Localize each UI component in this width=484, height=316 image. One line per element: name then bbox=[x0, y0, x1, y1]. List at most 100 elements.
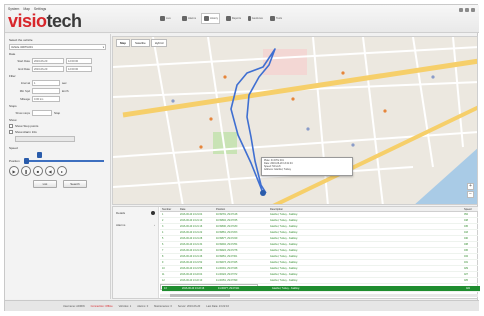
map-view[interactable]: Map Satellite Hybrid Plate: 34 DTG 001 D… bbox=[112, 36, 478, 205]
app-window: System Map Settings visiotech Live Alarm… bbox=[4, 4, 480, 311]
bell-icon bbox=[182, 16, 187, 21]
zoom-out-button[interactable]: − bbox=[467, 191, 474, 198]
cell-position: 41.00077, 29.07421 bbox=[216, 286, 270, 292]
status-bar: Username: ADMIN Connection: Offline Vehicl… bbox=[5, 300, 479, 311]
pause-button[interactable]: ❚ bbox=[21, 166, 31, 176]
table-row[interactable]: 13 2016-06-20 13:22:16 41.00077, 29.07421 I… bbox=[160, 284, 480, 292]
app-logo: visiotech bbox=[8, 11, 82, 31]
cell-date: 2016-06-20 13:22:10 bbox=[178, 278, 214, 284]
play-icon: ▶ bbox=[12, 168, 16, 174]
cell-number: 12 bbox=[160, 278, 178, 284]
tab-map[interactable]: Map bbox=[116, 39, 130, 47]
main-toolbar: Live Alarms History Reports Geofence Too… bbox=[157, 13, 286, 24]
maximize-icon[interactable] bbox=[465, 8, 469, 12]
min-speed-field[interactable] bbox=[32, 88, 60, 94]
history-icon bbox=[204, 16, 209, 21]
show-stop-points-label: Show Stop points bbox=[15, 124, 39, 128]
show-stop-points-checkbox[interactable] bbox=[9, 124, 13, 128]
status-item: Alarms: 0 bbox=[137, 304, 149, 308]
map-zoom-controls: + − bbox=[467, 183, 474, 198]
filter-section-title: Filter bbox=[9, 74, 16, 78]
show-alarm-info-checkbox[interactable] bbox=[9, 130, 13, 134]
position-slider[interactable] bbox=[22, 158, 106, 164]
title-bar: System Map Settings visiotech Live Alarm… bbox=[5, 5, 479, 33]
rewind-button[interactable]: ◀ bbox=[45, 166, 55, 176]
mileage-field[interactable]: 0.00 km bbox=[32, 96, 60, 102]
status-item: Vehicles: 1 bbox=[118, 304, 132, 308]
stops-field[interactable] bbox=[32, 110, 52, 116]
cell-speed: 022 bbox=[464, 286, 480, 292]
toolbar-button-geofence[interactable]: Geofence bbox=[245, 13, 264, 24]
show-alarm-info-label: Show Alarm Info bbox=[15, 130, 37, 134]
list-button[interactable]: List bbox=[33, 180, 57, 188]
toolbar-button-alarms[interactable]: Alarms bbox=[179, 13, 198, 24]
show-section-title: Show bbox=[9, 118, 17, 122]
horizontal-scrollbar[interactable] bbox=[160, 294, 478, 297]
rewind-icon: ◀ bbox=[48, 168, 52, 174]
playback-controls: ▶ ❚ ■ ◀ ▸ bbox=[9, 166, 106, 176]
end-date-label: End Date bbox=[18, 67, 30, 71]
side-tab-details[interactable]: Details bbox=[113, 207, 158, 219]
search-button[interactable]: Search bbox=[63, 180, 87, 188]
stop-icon: ■ bbox=[36, 168, 40, 174]
toolbar-button-live[interactable]: Live bbox=[157, 13, 176, 24]
cell-speed: 025 bbox=[462, 278, 478, 284]
status-item: Connection: Offline bbox=[90, 304, 113, 308]
interval-field[interactable]: 1 bbox=[32, 80, 60, 86]
history-list-panel: Details Alarms › Number Date Position Des… bbox=[112, 206, 480, 299]
close-icon[interactable] bbox=[471, 8, 475, 12]
zoom-in-button[interactable]: + bbox=[467, 183, 474, 190]
side-tab-alarms[interactable]: Alarms › bbox=[113, 219, 158, 231]
status-item: Server: 2016-06-20 bbox=[177, 304, 201, 308]
pause-icon: ❚ bbox=[24, 168, 28, 174]
end-date-field[interactable]: 2016-06-20 bbox=[32, 66, 64, 72]
toolbar-button-reports[interactable]: Reports bbox=[223, 13, 242, 24]
interval-unit: sec bbox=[62, 81, 67, 85]
geofence-icon bbox=[248, 16, 251, 21]
tab-satellite[interactable]: Satellite bbox=[131, 39, 150, 47]
cell-spacer bbox=[326, 278, 462, 284]
cell-date: 2016-06-20 13:22:16 bbox=[180, 286, 216, 292]
list-side-menu: Details Alarms › bbox=[113, 207, 159, 298]
history-table: Number Date Position Description Speed 1… bbox=[160, 207, 480, 292]
vehicle-section-title: Select the vehicle bbox=[9, 38, 33, 42]
end-time-field[interactable]: 12:00:00 bbox=[66, 66, 92, 72]
cell-position: 41.00051, 29.07399 bbox=[214, 278, 268, 284]
table-row[interactable]: 12 2016-06-20 13:22:10 41.00051, 29.07399 I… bbox=[160, 278, 478, 284]
stops-label: Show stops bbox=[15, 111, 30, 115]
speed-slider-title: Speed bbox=[9, 146, 18, 150]
date-section-title: Date bbox=[9, 52, 16, 56]
tab-hybrid[interactable]: Hybrid bbox=[150, 39, 168, 47]
cell-description: Istanbul, Turkey - Kadikoy bbox=[270, 286, 328, 292]
start-time-field[interactable]: 12:00:00 bbox=[66, 58, 92, 64]
forward-button[interactable]: ▸ bbox=[57, 166, 67, 176]
chevron-down-icon: ▾ bbox=[102, 46, 104, 49]
minimize-icon[interactable] bbox=[459, 8, 463, 12]
map-canvas[interactable] bbox=[113, 37, 478, 205]
min-speed-label: Min Spd bbox=[19, 89, 30, 93]
vehicle-select[interactable]: Vehicle 34DTG001 ▾ bbox=[9, 44, 106, 50]
stop-button[interactable]: ■ bbox=[33, 166, 43, 176]
min-speed-unit: km/h bbox=[62, 89, 69, 93]
status-item: Maintenance: 0 bbox=[154, 304, 172, 308]
start-date-field[interactable]: 2016-06-20 bbox=[32, 58, 64, 64]
status-item: Last Data: 13:22:16 bbox=[206, 304, 229, 308]
position-slider-handle[interactable] bbox=[23, 158, 29, 164]
scrollbar-thumb[interactable] bbox=[170, 294, 230, 297]
forward-icon: ▸ bbox=[60, 168, 63, 174]
play-button[interactable]: ▶ bbox=[9, 166, 19, 176]
alarm-info-field[interactable] bbox=[15, 136, 75, 142]
vehicle-marker-icon[interactable] bbox=[260, 190, 266, 196]
map-type-tabs: Map Satellite Hybrid bbox=[116, 39, 168, 47]
cell-spacer bbox=[328, 286, 464, 292]
toolbar-button-history[interactable]: History bbox=[201, 13, 220, 24]
cell-description: Istanbul, Turkey - Kadikoy bbox=[268, 278, 326, 284]
position-slider-title: Position bbox=[9, 159, 20, 163]
mileage-label: Mileage bbox=[20, 97, 30, 101]
chevron-right-icon: › bbox=[154, 223, 155, 227]
tools-icon bbox=[270, 16, 275, 21]
vehicle-info-popup: Plate: 34 DTG 001 Date: 2016-06-20 13:21… bbox=[261, 157, 353, 176]
interval-label: Interval bbox=[20, 81, 30, 85]
toolbar-button-tools[interactable]: Tools bbox=[267, 13, 286, 24]
history-filter-panel: Select the vehicle Vehicle 34DTG001 ▾ Dat… bbox=[5, 34, 111, 299]
